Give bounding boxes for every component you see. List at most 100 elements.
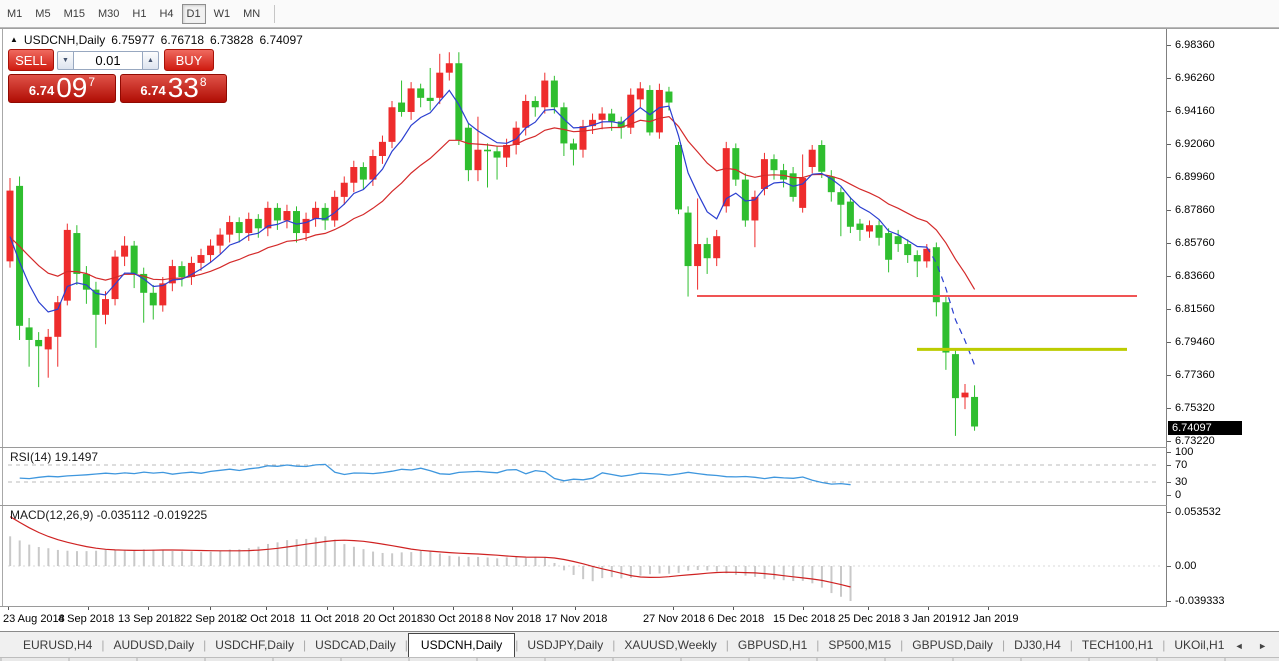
date-label: 27 Nov 2018 <box>643 613 705 625</box>
volume-input[interactable]: 0.01 <box>74 51 142 70</box>
price-label: 6.79460 <box>1175 336 1215 348</box>
price-label: 6.83660 <box>1175 270 1215 282</box>
timeframe-button-W1[interactable]: W1 <box>209 4 236 24</box>
volume-increase-button[interactable]: ▲ <box>142 51 159 70</box>
price-close: 6.74097 <box>259 33 302 47</box>
price-axis[interactable]: 6.74097 6.983606.962606.941606.920606.89… <box>1167 29 1279 607</box>
chart-tab-bar: EURUSD,H4|AUDUSD,Daily|USDCHF,Daily|USDC… <box>0 631 1279 657</box>
timeframe-toolbar: M1M5M15M30H1H4D1W1MN <box>0 0 1279 28</box>
date-tick <box>803 607 804 610</box>
price-label: 6.89960 <box>1175 171 1215 183</box>
timeframe-button-H4[interactable]: H4 <box>154 4 178 24</box>
tab-scroll-left-icon[interactable]: ◄ <box>1235 641 1250 651</box>
sell-price-main: 6.74 <box>29 83 54 98</box>
chart-tab-USDCHF-Daily[interactable]: USDCHF,Daily <box>206 634 303 657</box>
price-label: 6.85760 <box>1175 237 1215 249</box>
rsi-level-label: 0 <box>1175 489 1181 501</box>
date-tick <box>327 607 328 610</box>
chart-tab-EURUSD-H4[interactable]: EURUSD,H4 <box>14 634 101 657</box>
timeframe-button-M1[interactable]: M1 <box>2 4 27 24</box>
date-label: 22 Sep 2018 <box>180 613 242 625</box>
axis-tick <box>1167 495 1171 496</box>
date-label: 13 Sep 2018 <box>118 613 180 625</box>
date-label: 3 Jan 2019 <box>903 613 957 625</box>
macd-level-label: 0.053532 <box>1175 506 1221 518</box>
price-label: 6.75320 <box>1175 402 1215 414</box>
sell-price-button[interactable]: 6.74 09 7 <box>8 74 116 103</box>
date-tick <box>148 607 149 610</box>
rsi-level-label: 30 <box>1175 476 1187 488</box>
buy-price-sup: 8 <box>200 75 207 89</box>
buy-price-big: 33 <box>168 75 199 101</box>
price-label: 6.98360 <box>1175 39 1215 51</box>
chart-tab-SP500-M15[interactable]: SP500,M15 <box>819 634 900 657</box>
date-label: 8 Nov 2018 <box>485 613 541 625</box>
chart-tab-USDJPY-Daily[interactable]: USDJPY,Daily <box>518 634 612 657</box>
price-label: 6.92060 <box>1175 138 1215 150</box>
date-label: 17 Nov 2018 <box>545 613 607 625</box>
macd-level-label: 0.00 <box>1175 560 1196 572</box>
candles <box>7 52 979 436</box>
one-click-trading-panel: SELL ▼ 0.01 ▲ BUY 6.74 09 7 6.74 33 8 <box>8 49 230 103</box>
chart-tab-USDCNH-Daily[interactable]: USDCNH,Daily <box>408 633 515 658</box>
chart-title: ▲ USDCNH,Daily 6.75977 6.76718 6.73828 6… <box>10 33 303 47</box>
macd-label: MACD(12,26,9) -0.035112 -0.019225 <box>10 508 207 522</box>
timeframe-button-M30[interactable]: M30 <box>93 4 124 24</box>
axis-tick <box>1167 601 1171 602</box>
chart-tab-GBPUSD-Daily[interactable]: GBPUSD,Daily <box>903 634 1002 657</box>
date-label: 30 Oct 2018 <box>423 613 483 625</box>
timeframe-button-D1[interactable]: D1 <box>182 4 206 24</box>
date-label: 25 Dec 2018 <box>838 613 900 625</box>
date-tick <box>575 607 576 610</box>
macd-level-label: -0.039333 <box>1175 595 1225 607</box>
axis-tick <box>1167 482 1171 483</box>
buy-price-main: 6.74 <box>140 83 165 98</box>
chart-tab-UKOil-H1[interactable]: UKOil,H1 <box>1165 634 1233 657</box>
date-tick <box>266 607 267 610</box>
chart-tab-DJ30-H4[interactable]: DJ30,H4 <box>1005 634 1070 657</box>
chart-tab-AUDUSD-Daily[interactable]: AUDUSD,Daily <box>104 634 203 657</box>
axis-tick <box>1167 144 1171 145</box>
sell-price-sup: 7 <box>88 75 95 89</box>
date-label: 6 Dec 2018 <box>708 613 764 625</box>
axis-tick <box>1167 78 1171 79</box>
fast-ma-line <box>10 90 927 312</box>
date-tick <box>928 607 929 610</box>
rsi-label: RSI(14) 19.1497 <box>10 450 98 464</box>
axis-tick <box>1167 566 1171 567</box>
axis-tick <box>1167 441 1171 442</box>
timeframe-button-M15[interactable]: M15 <box>59 4 90 24</box>
buy-button[interactable]: BUY <box>164 49 214 71</box>
date-tick <box>988 607 989 610</box>
chart-tab-XAUUSD-Weekly[interactable]: XAUUSD,Weekly <box>615 634 725 657</box>
timeframe-button-H1[interactable]: H1 <box>127 4 151 24</box>
tab-scroll-right-icon[interactable]: ► <box>1258 641 1273 651</box>
price-label: 6.77360 <box>1175 369 1215 381</box>
chart-tab-GBPUSD-H1[interactable]: GBPUSD,H1 <box>729 634 816 657</box>
collapse-icon[interactable]: ▲ <box>10 35 18 44</box>
sell-price-big: 09 <box>56 75 87 101</box>
rsi-chart-canvas[interactable] <box>0 448 1166 505</box>
buy-price-button[interactable]: 6.74 33 8 <box>120 74 227 103</box>
axis-tick <box>1167 243 1171 244</box>
axis-tick <box>1167 408 1171 409</box>
axis-tick <box>1167 210 1171 211</box>
date-label: 2 Oct 2018 <box>241 613 295 625</box>
timeframe-button-M5[interactable]: M5 <box>30 4 55 24</box>
axis-tick <box>1167 512 1171 513</box>
date-label: 11 Oct 2018 <box>300 613 359 625</box>
chart-tab-TECH100-H1[interactable]: TECH100,H1 <box>1073 634 1162 657</box>
axis-tick <box>1167 276 1171 277</box>
price-low: 6.73828 <box>210 33 253 47</box>
axis-tick <box>1167 342 1171 343</box>
date-axis[interactable]: 23 Aug 20184 Sep 201813 Sep 201822 Sep 2… <box>0 607 1279 631</box>
volume-decrease-button[interactable]: ▼ <box>57 51 74 70</box>
sell-button[interactable]: SELL <box>8 49 54 71</box>
chart-tab-USDCAD-Daily[interactable]: USDCAD,Daily <box>306 634 405 657</box>
rsi-level-label: 70 <box>1175 459 1187 471</box>
price-label: 6.96260 <box>1175 72 1215 84</box>
date-label: 20 Oct 2018 <box>363 613 423 625</box>
timeframe-button-MN[interactable]: MN <box>238 4 265 24</box>
macd-histogram <box>9 536 851 601</box>
price-high: 6.76718 <box>161 33 204 47</box>
